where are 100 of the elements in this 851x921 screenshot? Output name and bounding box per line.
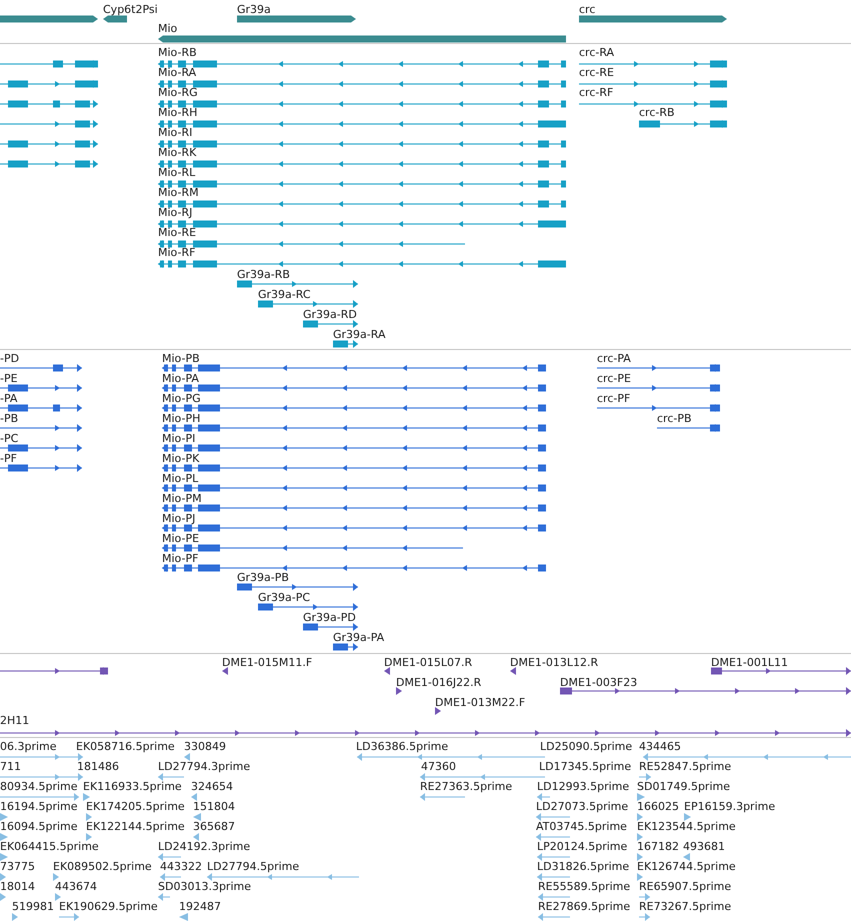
feature-label: 16194.5prime — [0, 800, 78, 813]
feature-label: LD31826.5prime — [537, 860, 630, 873]
feature-label: 167182 — [637, 840, 679, 853]
feature-label: 493681 — [683, 840, 725, 853]
feature-label: RE27869.5prime — [538, 900, 630, 913]
feature-label: 06.3prime — [0, 740, 57, 753]
feature-label: DME1-003F23 — [560, 676, 638, 689]
feature-label: 2H11 — [0, 714, 30, 727]
feature-label: Mio-RE — [158, 226, 196, 239]
feature-label: crc-PF — [597, 392, 630, 405]
feature-label: Mio-PB — [162, 352, 200, 365]
feature-label: DME1-013L12.R — [510, 656, 598, 669]
feature-label: EK174205.5prime — [86, 800, 185, 813]
feature-label: Mio-PK — [162, 452, 200, 465]
feature-label: -PE — [0, 372, 18, 385]
feature-label: Mio-RB — [158, 46, 197, 59]
feature-label: Mio-PL — [162, 472, 198, 485]
feature-label: Mio-RM — [158, 186, 199, 199]
feature-label: DME1-013M22.F — [435, 696, 526, 709]
feature-label: LD27794.5prime — [207, 860, 300, 873]
feature-label: EK126744.5prime — [637, 860, 736, 873]
feature-label: 519981 — [12, 900, 54, 913]
feature-label: Mio-RG — [158, 86, 198, 99]
feature-label: Mio-RA — [158, 66, 196, 79]
feature-label: EK116933.5prime — [83, 780, 182, 793]
feature-label: EK122144.5prime — [86, 820, 185, 833]
feature-label: 192487 — [179, 900, 221, 913]
feature-label: SD01749.5prime — [637, 780, 730, 793]
feature-label: 324654 — [191, 780, 233, 793]
feature-label: AT03745.5prime — [536, 820, 627, 833]
feature-label: Mio-PJ — [162, 512, 196, 525]
feature-label: DME1-015L07.R — [384, 656, 472, 669]
feature-label: Gr39a-PC — [258, 591, 310, 604]
feature-label: RE27363.5prime — [420, 780, 512, 793]
feature-label: Mio-RF — [158, 246, 196, 259]
feature-label: Mio-PE — [162, 532, 200, 545]
feature-label: -PC — [0, 432, 18, 445]
feature-label: 443322 — [160, 860, 202, 873]
feature-label: LD27794.3prime — [158, 760, 250, 773]
feature-label: EK064415.5prime — [0, 840, 99, 853]
feature-label: LP20124.5prime — [537, 840, 628, 853]
feature-label: 80934.5prime — [0, 780, 78, 793]
feature-label: crc-RB — [639, 106, 675, 119]
feature-label: crc — [579, 3, 596, 16]
feature-label: RE73267.5prime — [639, 900, 732, 913]
feature-label: crc-PA — [597, 352, 631, 365]
feature-label: LD24192.3prime — [158, 840, 250, 853]
feature-label: Mio-RJ — [158, 206, 192, 219]
feature-label: 365687 — [193, 820, 235, 833]
feature-label: crc-PB — [657, 412, 692, 425]
feature-label: RE55589.5prime — [538, 880, 630, 893]
feature-label: EK190629.5prime — [59, 900, 158, 913]
feature-label: Gr39a-PD — [303, 611, 356, 624]
feature-label: Mio-RK — [158, 146, 196, 159]
feature-label: Gr39a-RA — [333, 328, 386, 341]
feature-label: EK089502.5prime — [53, 860, 152, 873]
feature-label: Mio-PM — [162, 492, 202, 505]
feature-label: Gr39a-RB — [237, 268, 290, 281]
feature-label: EP16159.3prime — [684, 800, 776, 813]
feature-label: Gr39a-RD — [303, 308, 357, 321]
feature-label: RE65907.5prime — [639, 880, 732, 893]
feature-label: DME1-001L11 — [711, 656, 788, 669]
feature-label: Gr39a — [237, 3, 271, 16]
feature-label: EK123544.5prime — [637, 820, 736, 833]
feature-label: DME1-015M11.F — [222, 656, 312, 669]
feature-label: LD27073.5prime — [536, 800, 628, 813]
feature-label: Mio-PG — [162, 392, 201, 405]
feature-label: Mio-PF — [162, 552, 198, 565]
feature-label: RE52847.5prime — [639, 760, 732, 773]
feature-label: 18014 — [0, 880, 35, 893]
feature-label: 330849 — [184, 740, 226, 753]
feature-label: Mio-RH — [158, 106, 198, 119]
feature-label: SD03013.3prime — [158, 880, 251, 893]
feature-label: Mio-RL — [158, 166, 196, 179]
feature-label: EK058716.5prime — [76, 740, 175, 753]
feature-label: LD36386.5prime — [356, 740, 448, 753]
feature-label: 434465 — [639, 740, 681, 753]
feature-label: DME1-016J22.R — [396, 676, 482, 689]
feature-label: 166025 — [637, 800, 679, 813]
feature-label: LD17345.5prime — [539, 760, 632, 773]
feature-label: -PD — [0, 352, 20, 365]
feature-label: -PB — [0, 412, 18, 425]
feature-label: Mio-RI — [158, 126, 192, 139]
feature-label: 73775 — [0, 860, 35, 873]
feature-label: 181486 — [77, 760, 119, 773]
feature-label: 151804 — [193, 800, 235, 813]
feature-label: Gr39a-RC — [258, 288, 311, 301]
feature-label: LD12993.5prime — [537, 780, 630, 793]
feature-label: 47360 — [421, 760, 456, 773]
feature-label: 711 — [0, 760, 21, 773]
feature-label: 443674 — [55, 880, 97, 893]
feature-label: crc-RA — [579, 46, 614, 59]
feature-label: LD25090.5prime — [540, 740, 632, 753]
feature-label: -PF — [0, 452, 17, 465]
feature-label: Mio-PA — [162, 372, 199, 385]
feature-label: Mio — [158, 22, 178, 35]
feature-label: Cyp6t2Psi — [103, 3, 158, 16]
feature-label: 16094.5prime — [0, 820, 78, 833]
feature-label: -PA — [0, 392, 18, 405]
feature-label: Gr39a-PB — [237, 571, 289, 584]
